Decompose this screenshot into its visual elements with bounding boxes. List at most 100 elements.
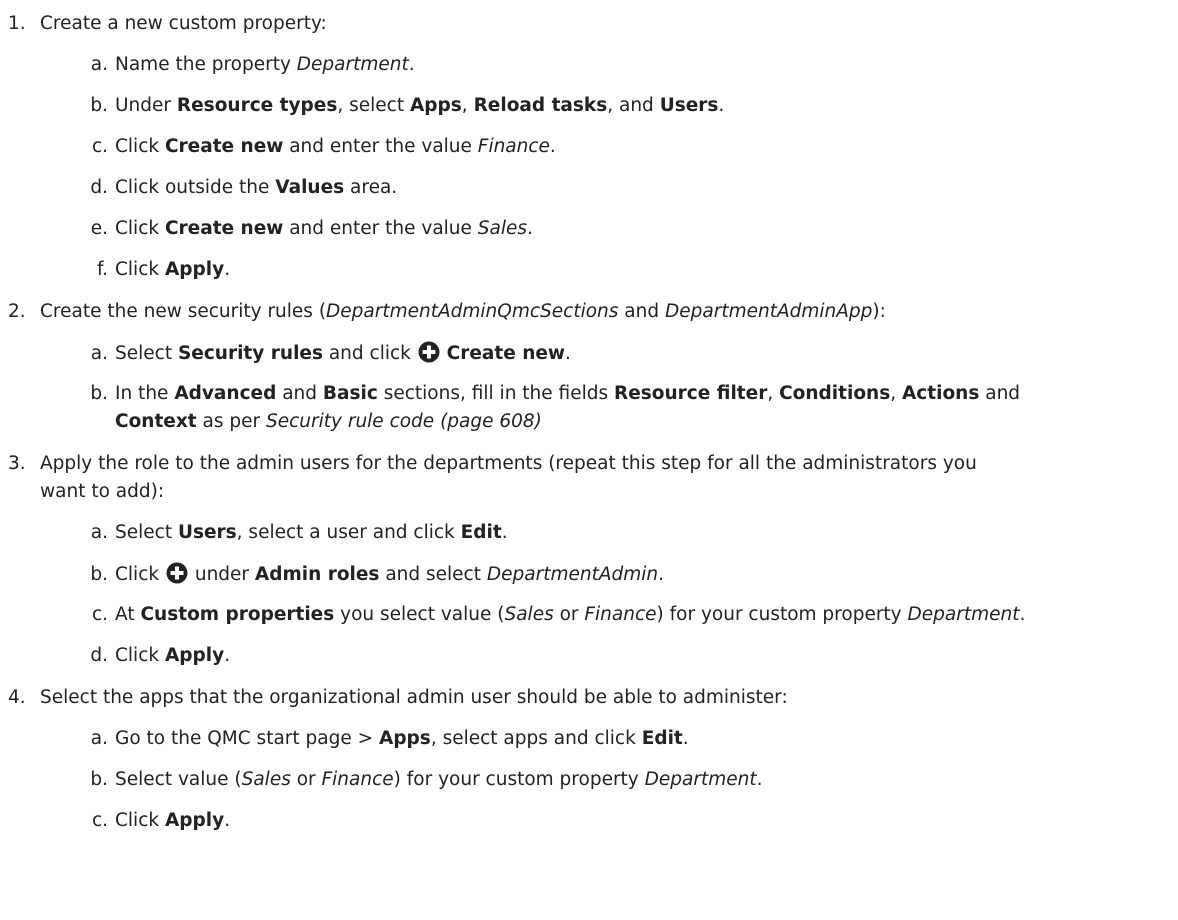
text-span: sections, fill in the fields (377, 383, 614, 404)
step-2: 2. Create the new security rules (Departm… (8, 300, 886, 324)
document-page: 1. Create a new custom property: a. Name t… (0, 0, 1178, 920)
text-span: b. (90, 383, 108, 404)
text-span: e. (90, 218, 108, 239)
text-span: . (756, 769, 763, 790)
text-span: Context (115, 411, 197, 432)
text-span: 3. (8, 453, 26, 474)
text-span: a. (90, 728, 108, 749)
text-span: Users (177, 522, 237, 543)
text-span: Select value ( (115, 769, 242, 790)
text-span: Users (659, 95, 719, 116)
text-span: as per (196, 411, 266, 432)
text-span: Edit (641, 728, 683, 749)
text-span: Click outside the (115, 177, 276, 198)
text-span: ): (872, 301, 886, 322)
text-span: . (224, 810, 231, 831)
text-span: Click (115, 810, 165, 831)
text-span: b. (90, 95, 108, 116)
text-span: Resource filter (613, 383, 768, 404)
text-span: Conditions (779, 383, 891, 404)
text-span: . (224, 259, 231, 280)
text-span: Department (644, 769, 757, 790)
text-span: Sales (241, 769, 291, 790)
plus-circle-icon (166, 562, 188, 591)
text-span: . (224, 645, 231, 666)
text-span: Create new (446, 343, 566, 364)
step-3: 3. Apply the role to the admin users for … (8, 452, 977, 476)
step-1b: b. Under Resource types, select Apps, Rel… (86, 94, 724, 118)
step-3c: c. At Custom properties you select value … (86, 603, 1025, 627)
text-span: . (718, 95, 725, 116)
step-1: 1. Create a new custom property: (8, 12, 327, 36)
step-1c: c. Click Create new and enter the value F… (86, 135, 556, 159)
text-span: and enter the value (283, 218, 478, 239)
text-span: c. (91, 136, 108, 157)
text-span: . (549, 136, 556, 157)
text-span: a. (90, 54, 108, 75)
text-span: f. (96, 259, 108, 280)
text-span: DepartmentAdminApp (665, 301, 873, 322)
step-4c: c. Click Apply. (86, 809, 230, 833)
step-4b: b. Select value (Sales or Finance) for yo… (86, 768, 762, 792)
text-span: a. (90, 522, 108, 543)
text-span: Security rules (177, 343, 323, 364)
text-span: , (890, 383, 902, 404)
text-span: and enter the value (283, 136, 478, 157)
text-span: 4. (8, 687, 26, 708)
text-span: Finance (584, 604, 657, 625)
text-span: , and (607, 95, 660, 116)
step-3d: d. Click Apply. (86, 644, 230, 668)
text-span: and (618, 301, 665, 322)
text-span: area. (344, 177, 398, 198)
text-span: . (1019, 604, 1026, 625)
text-span: you select value ( (334, 604, 505, 625)
text-span: Select (115, 522, 178, 543)
text-span: , (461, 95, 474, 116)
step-4: 4. Select the apps that the organizationa… (8, 686, 788, 710)
text-span: Advanced (174, 383, 277, 404)
text-span: Finance (321, 769, 394, 790)
text-span: , (767, 383, 780, 404)
step-3a: a. Select Users, select a user and click … (86, 521, 508, 545)
text-span: 1. (8, 13, 26, 34)
text-span: In the (115, 383, 175, 404)
text-span: or (290, 769, 322, 790)
text-span: Department (296, 54, 409, 75)
text-span: . (682, 728, 689, 749)
text-span: Create new (164, 136, 284, 157)
text-span: Click (115, 564, 165, 585)
plus-circle-icon (418, 341, 440, 370)
text-span: Admin roles (254, 564, 380, 585)
text-span: Sales (504, 604, 554, 625)
text-span: and (276, 383, 323, 404)
text-span: Create new (164, 218, 284, 239)
text-span: d. (90, 645, 108, 666)
text-span: and click (322, 343, 417, 364)
text-span: Custom properties (140, 604, 335, 625)
text-span: b. (90, 769, 108, 790)
text-span: Actions (901, 383, 980, 404)
text-span: Edit (460, 522, 502, 543)
text-span: want to add): (40, 481, 165, 502)
text-span: . (501, 522, 508, 543)
step-2b: b. In the Advanced and Basic sections, fi… (86, 382, 1020, 406)
text-span: At (115, 604, 141, 625)
text-span: Go to the QMC start page > (115, 728, 379, 749)
step-3b: b. Click under Admin roles and select Dep… (86, 562, 664, 591)
text-span: Click (115, 259, 165, 280)
text-span: Name the property (115, 54, 297, 75)
text-span: under (188, 564, 255, 585)
text-span: , select (337, 95, 410, 116)
text-span: and select (379, 564, 487, 585)
text-span: , select a user and click (236, 522, 461, 543)
text-span: Select (115, 343, 178, 364)
page-link[interactable]: Security rule code (page 608) (266, 411, 542, 432)
text-span: or (553, 604, 585, 625)
text-span: . (658, 564, 664, 585)
text-span: Reload tasks (473, 95, 608, 116)
text-span: Department (907, 604, 1020, 625)
text-span: Under (115, 95, 177, 116)
step-1e: e. Click Create new and enter the value S… (86, 217, 533, 241)
text-span: b. (90, 564, 108, 585)
step-1a: a. Name the property Department. (86, 53, 415, 77)
